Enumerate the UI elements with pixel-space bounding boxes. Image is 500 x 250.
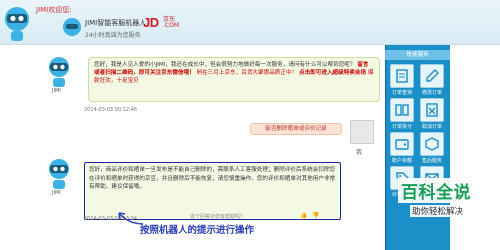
- watermark-subtitle: 助你轻松解决: [410, 205, 466, 217]
- split-icon: [395, 104, 409, 116]
- bot-avatar-icon: [49, 57, 69, 87]
- thumbs-up-icon[interactable]: 👍: [300, 212, 307, 219]
- cancel-order-button[interactable]: [420, 98, 444, 122]
- split-order-label: 订单拆分: [391, 124, 412, 130]
- feedback-prompt: 这个回答对您有帮助吗？: [190, 214, 246, 220]
- chat-window: JIMI欢迎您: JIMI智能客服机器人 24小时真诚为您服务 JD 京东 .C…: [0, 0, 500, 250]
- account-balance-label: 账户余额: [391, 158, 412, 164]
- user-avatar: [350, 120, 374, 144]
- service-icon: [425, 137, 439, 151]
- order-icon: [396, 69, 408, 83]
- right-margin: [450, 45, 500, 250]
- account-balance-button[interactable]: [390, 132, 414, 156]
- bot-message-2-text: 您好，商品评价和晒单一旦发布是不能自己删除的，需联系人工客服处理；删除评价后系统…: [89, 167, 336, 190]
- instruction-caption: 按照机器人的提示进行操作: [140, 225, 255, 236]
- bot-label: JIMI: [52, 88, 61, 94]
- cancel-icon: [426, 103, 438, 117]
- greeting-text: JIMI欢迎您:: [36, 6, 72, 14]
- jd-logo[interactable]: JD: [143, 15, 159, 30]
- bot-subtitle: 24小时真诚为您服务: [85, 32, 141, 39]
- user-label: 我: [356, 149, 363, 156]
- wallet-icon: [395, 139, 409, 150]
- robot-head-icon: [5, 7, 29, 41]
- bot-message-1: 您好，我是人见人爱的小JIMI，我还在成长中，但会很努力地做好每一次服务，请问有…: [88, 57, 380, 102]
- message-1-timestamp: 2014-03-03 00:12:46: [84, 107, 138, 113]
- edit-order-label: 修改订单: [421, 90, 442, 96]
- after-sales-button[interactable]: [420, 132, 444, 156]
- bot-label: JIMI: [52, 190, 61, 196]
- thumbs-down-icon[interactable]: 👎: [312, 212, 319, 219]
- special-sale-link[interactable]: 点击即可进入超级特卖会场: [299, 70, 366, 76]
- edit-order-button[interactable]: [420, 64, 444, 88]
- split-order-button[interactable]: [390, 98, 414, 122]
- order-query-label: 订单查询: [391, 90, 412, 96]
- user-message: 能否删除晒单或评价记录: [250, 123, 342, 135]
- jd-logo-com: .COM: [163, 22, 179, 29]
- order-query-button[interactable]: [390, 64, 414, 88]
- bot-logo-icon: [63, 18, 81, 36]
- after-sales-label: 售后服务: [421, 158, 442, 164]
- panel-title: 快速服务: [385, 50, 450, 60]
- watermark-title: 百科全说: [398, 178, 474, 203]
- header-bar: JIMI欢迎您: JIMI智能客服机器人 24小时真诚为您服务 JD 京东 .C…: [0, 0, 500, 45]
- bot-name: JIMI智能客服机器人: [85, 19, 147, 27]
- bot-avatar-icon: [49, 159, 69, 189]
- cancel-order-label: 取消订单: [421, 124, 442, 130]
- march-promo-link[interactable]: 剁在三月上京东，百货大聚惠品质正中！: [196, 70, 297, 76]
- edit-icon: [426, 69, 439, 82]
- bot-message-1-text: 您好，我是人见人爱的小JIMI，我还在成长中，但会很努力地做好每一次服务，请问有…: [94, 62, 356, 68]
